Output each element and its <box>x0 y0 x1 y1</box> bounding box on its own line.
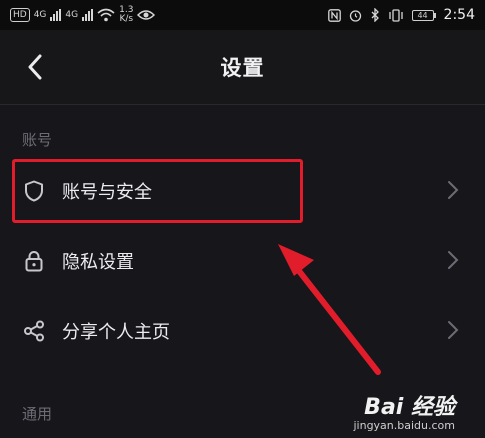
nav-bar: 设置 <box>0 30 485 105</box>
highlight-box <box>12 159 303 223</box>
network-type-2: 4G <box>65 9 79 20</box>
speed-unit: K/s <box>119 14 134 24</box>
page-title: 设置 <box>220 56 265 80</box>
section-label-account: 账号 <box>22 131 53 149</box>
settings-item-share-profile[interactable]: 分享个人主页 <box>0 298 485 364</box>
signal-icon-2 <box>82 9 94 21</box>
section-label-general: 通用 <box>22 405 53 423</box>
eye-icon <box>137 10 156 20</box>
vibrate-icon <box>388 8 403 22</box>
watermark-logo: Bai 经验 <box>364 395 455 420</box>
status-bar: HD 4G 4G 1.3 K/s 44 2:54 <box>0 0 485 30</box>
hd-badge: HD <box>10 8 30 22</box>
network-type-1: 4G <box>33 9 47 20</box>
settings-item-privacy[interactable]: 隐私设置 <box>0 228 485 294</box>
battery-level: 44 <box>411 9 434 21</box>
network-speed: 1.3 K/s <box>119 6 133 24</box>
bluetooth-icon <box>371 8 379 22</box>
back-button[interactable] <box>18 50 52 84</box>
watermark-url: jingyan.baidu.com <box>353 419 455 432</box>
lock-icon <box>22 249 46 273</box>
annotation-arrow <box>278 244 381 375</box>
chevron-right-icon <box>448 251 459 269</box>
signal-icon <box>50 9 62 21</box>
status-right: 44 2:54 <box>327 7 475 23</box>
watermark: Bai 经验 jingyan.baidu.com <box>353 389 455 432</box>
chevron-right-icon <box>448 321 459 339</box>
alarm-icon <box>349 9 361 22</box>
settings-item-label: 分享个人主页 <box>62 322 170 343</box>
clock: 2:54 <box>443 7 475 23</box>
battery-icon: 44 <box>411 9 436 21</box>
nfc-icon <box>327 8 341 22</box>
wifi-icon <box>97 8 115 22</box>
share-icon <box>22 319 46 343</box>
settings-item-label: 隐私设置 <box>62 252 134 273</box>
back-chevron-icon <box>28 54 42 80</box>
chevron-right-icon <box>448 181 459 199</box>
status-left: HD 4G 4G 1.3 K/s <box>10 6 156 24</box>
